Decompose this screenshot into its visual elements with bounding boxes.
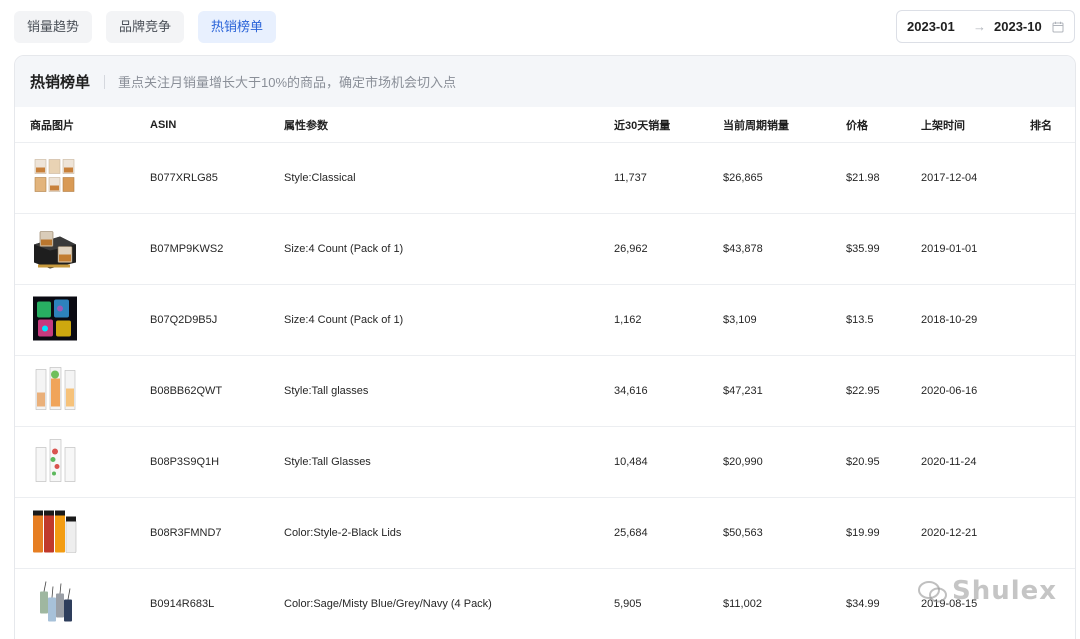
card-header: 热销榜单 重点关注月销量增长大于10%的商品，确定市场机会切入点 [15, 56, 1075, 107]
table-row[interactable]: B08P3S9Q1H Style:Tall Glasses 10,484 $20… [15, 427, 1075, 498]
sales-30d: 25,684 [614, 527, 648, 539]
product-image[interactable] [30, 578, 80, 631]
asin[interactable]: B07MP9KWS2 [150, 243, 223, 255]
header-attributes: 属性参数 [284, 119, 328, 132]
product-image[interactable] [30, 436, 80, 489]
current-sales: $3,109 [723, 314, 757, 326]
table-row[interactable]: B08BB62QWT Style:Tall glasses 34,616 $47… [15, 356, 1075, 427]
attribute: Color:Style-2-Black Lids [284, 527, 402, 539]
attribute: Color:Sage/Misty Blue/Grey/Navy (4 Pack) [284, 598, 492, 610]
attribute: Size:4 Count (Pack of 1) [284, 314, 404, 326]
listing-date: 2020-06-16 [921, 385, 978, 397]
sales-30d: 5,905 [614, 598, 642, 610]
calendar-icon[interactable] [1052, 21, 1064, 33]
product-image[interactable] [30, 365, 80, 418]
sales-30d: 10,484 [614, 456, 648, 468]
watermark: Shulex [918, 576, 1057, 606]
price: $21.98 [846, 172, 880, 184]
attribute: Style:Classical [284, 172, 356, 184]
price: $22.95 [846, 385, 880, 397]
current-sales: $20,990 [723, 456, 763, 468]
current-sales: $26,865 [723, 172, 763, 184]
tab-sales-trend[interactable]: 销量趋势 [14, 11, 93, 43]
listing-date: 2018-10-29 [921, 314, 978, 326]
header-asin: ASIN [150, 118, 177, 131]
sales-30d: 1,162 [614, 314, 642, 326]
attribute: Size:4 Count (Pack of 1) [284, 243, 404, 255]
asin[interactable]: B0914R683L [150, 598, 214, 610]
listing-date: 2017-12-04 [921, 172, 978, 184]
product-image[interactable] [30, 507, 80, 560]
tab-bar: 销量趋势 品牌竞争 热销榜单 [14, 11, 277, 43]
listing-date: 2020-11-24 [921, 456, 977, 468]
current-sales: $11,002 [723, 598, 762, 610]
asin[interactable]: B08R3FMND7 [150, 527, 222, 539]
current-sales: $47,231 [723, 385, 763, 397]
asin[interactable]: B077XRLG85 [150, 172, 218, 184]
product-image[interactable] [30, 223, 80, 276]
sales-30d: 11,737 [614, 172, 647, 184]
product-image[interactable] [30, 152, 80, 205]
sales-30d: 26,962 [614, 243, 648, 255]
header-rank[interactable]: 排名 [1030, 117, 1052, 133]
arrow-right-icon: → [973, 19, 986, 34]
table-header: 商品图片 ASIN 属性参数 近30天销量 当前周期销量 价格 上架时间 排名 [15, 107, 1075, 143]
watermark-text: Shulex [952, 576, 1058, 606]
price: $19.99 [846, 527, 880, 539]
listing-date: 2020-12-21 [921, 527, 978, 539]
table-row[interactable]: B077XRLG85 Style:Classical 11,737 $26,86… [15, 143, 1075, 214]
table-row[interactable]: B07Q2D9B5J Size:4 Count (Pack of 1) 1,16… [15, 285, 1075, 356]
price: $34.99 [846, 598, 880, 610]
tab-brand-competition[interactable]: 品牌竞争 [106, 11, 185, 43]
header-divider [104, 74, 106, 89]
current-sales: $43,878 [723, 243, 763, 255]
listing-date: 2019-01-01 [921, 243, 978, 255]
header-listing-date[interactable]: 上架时间 [921, 117, 965, 133]
asin[interactable]: B08P3S9Q1H [150, 456, 219, 468]
price: $20.95 [846, 456, 880, 468]
table-row[interactable]: B0914R683L Color:Sage/Misty Blue/Grey/Na… [15, 569, 1075, 639]
attribute: Style:Tall glasses [284, 385, 369, 397]
attribute: Style:Tall Glasses [284, 456, 371, 468]
table-row[interactable]: B07MP9KWS2 Size:4 Count (Pack of 1) 26,9… [15, 214, 1075, 285]
date-range-picker[interactable]: 2023-01 → 2023-10 [896, 10, 1075, 43]
header-price[interactable]: 价格 [846, 117, 868, 133]
chat-bubbles-icon [918, 580, 948, 604]
card-subtitle: 重点关注月销量增长大于10%的商品，确定市场机会切入点 [118, 75, 457, 90]
tab-best-sellers[interactable]: 热销榜单 [198, 11, 277, 43]
date-end[interactable]: 2023-10 [994, 19, 1052, 34]
price: $13.5 [846, 314, 874, 326]
header-sales-30d[interactable]: 近30天销量 [614, 117, 670, 133]
header-current-sales[interactable]: 当前周期销量 [723, 117, 789, 133]
product-image[interactable] [30, 294, 80, 347]
asin[interactable]: B07Q2D9B5J [150, 314, 217, 326]
current-sales: $50,563 [723, 527, 763, 539]
header-image: 商品图片 [30, 119, 74, 132]
best-sellers-card: 热销榜单 重点关注月销量增长大于10%的商品，确定市场机会切入点 商品图片 AS… [14, 55, 1076, 639]
sales-30d: 34,616 [614, 385, 648, 397]
table-row[interactable]: B08R3FMND7 Color:Style-2-Black Lids 25,6… [15, 498, 1075, 569]
price: $35.99 [846, 243, 880, 255]
date-start[interactable]: 2023-01 [907, 19, 963, 34]
asin[interactable]: B08BB62QWT [150, 385, 222, 397]
card-title: 热销榜单 [30, 74, 91, 91]
